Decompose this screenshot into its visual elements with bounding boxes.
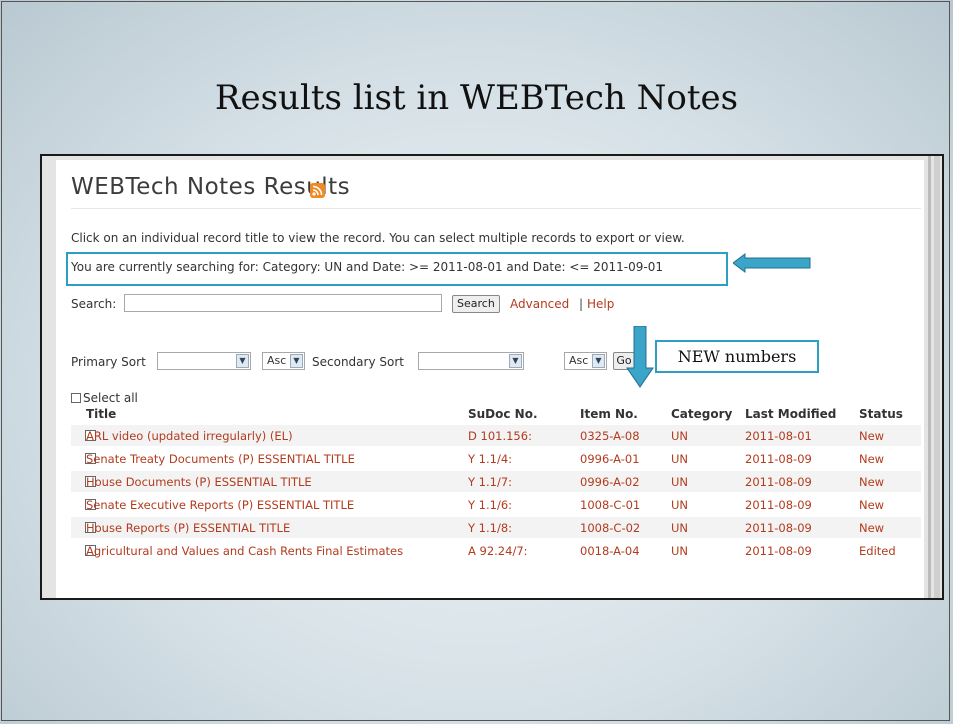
title-divider [71, 208, 921, 209]
row-item-number: 0018-A-04 [580, 544, 640, 558]
table-row[interactable]: Senate Treaty Documents (P) ESSENTIAL TI… [71, 448, 921, 469]
slide-title: Results list in WEBTech Notes [214, 78, 739, 118]
table-row[interactable]: House Documents (P) ESSENTIAL TITLE Y 1.1… [71, 471, 921, 492]
row-status: New [859, 498, 885, 512]
row-sudoc: Y 1.1/6: [468, 498, 513, 512]
row-title-link[interactable]: Senate Executive Reports (P) ESSENTIAL T… [86, 498, 354, 512]
row-category: UN [671, 544, 689, 558]
secondary-order-select[interactable]: Asc ▼ [564, 352, 607, 370]
select-all[interactable]: Select all [71, 391, 138, 405]
page-title: WEBTech Notes Results [71, 174, 351, 200]
row-title-link[interactable]: ARL video (updated irregularly) (EL) [86, 429, 293, 443]
row-title-link[interactable]: Senate Treaty Documents (P) ESSENTIAL TI… [86, 452, 355, 466]
select-all-label: Select all [83, 391, 138, 405]
search-button[interactable]: Search [452, 295, 500, 313]
search-criteria-text: You are currently searching for: Categor… [71, 260, 664, 274]
row-sudoc: Y 1.1/8: [468, 521, 513, 535]
new-numbers-callout: NEW numbers [655, 340, 819, 373]
row-category: UN [671, 429, 689, 443]
search-input[interactable] [124, 294, 442, 312]
instruction-text: Click on an individual record title to v… [71, 231, 685, 245]
row-item-number: 0996-A-02 [580, 475, 640, 489]
primary-order-select[interactable]: Asc ▼ [262, 352, 305, 370]
primary-sort-label: Primary Sort [71, 355, 146, 369]
row-last-modified: 2011-08-09 [745, 521, 812, 535]
row-title-link[interactable]: Agricultural and Values and Cash Rents F… [86, 544, 403, 558]
screenshot-panel: WEBTech Notes Results Click on an indivi… [40, 154, 944, 600]
primary-sort-select[interactable]: ▼ [157, 352, 251, 370]
row-sudoc: Y 1.1/7: [468, 475, 513, 489]
secondary-sort-select[interactable]: ▼ [418, 352, 524, 370]
link-separator: | [579, 297, 584, 311]
col-status[interactable]: Status [859, 407, 903, 421]
row-category: UN [671, 452, 689, 466]
scrollbar[interactable] [934, 156, 940, 598]
select-all-checkbox[interactable] [71, 393, 81, 403]
row-title-link[interactable]: House Reports (P) ESSENTIAL TITLE [86, 521, 290, 535]
row-status: New [859, 429, 885, 443]
row-status: Edited [859, 544, 896, 558]
table-row[interactable]: Senate Executive Reports (P) ESSENTIAL T… [71, 494, 921, 515]
secondary-sort-label: Secondary Sort [312, 355, 404, 369]
row-sudoc: A 92.24/7: [468, 544, 528, 558]
rss-icon[interactable] [310, 183, 325, 198]
row-category: UN [671, 498, 689, 512]
table-row[interactable]: ARL video (updated irregularly) (EL) D 10… [71, 425, 921, 446]
chevron-down-icon: ▼ [290, 354, 303, 368]
help-link[interactable]: Help [587, 297, 614, 311]
row-item-number: 1008-C-01 [580, 498, 641, 512]
left-arrow-icon [733, 253, 811, 273]
row-status: New [859, 475, 885, 489]
primary-order-value: Asc [267, 354, 287, 367]
advanced-link[interactable]: Advanced [510, 297, 569, 311]
row-status: New [859, 521, 885, 535]
row-title-link[interactable]: House Documents (P) ESSENTIAL TITLE [86, 475, 312, 489]
col-last-modified[interactable]: Last Modified [745, 407, 836, 421]
down-arrow-icon [626, 326, 654, 388]
chevron-down-icon: ▼ [592, 354, 605, 368]
col-item[interactable]: Item No. [580, 407, 638, 421]
row-sudoc: Y 1.1/4: [468, 452, 513, 466]
row-item-number: 1008-C-02 [580, 521, 641, 535]
col-category[interactable]: Category [671, 407, 732, 421]
col-sudoc[interactable]: SuDoc No. [468, 407, 538, 421]
window-edge [928, 156, 931, 598]
row-item-number: 0325-A-08 [580, 429, 640, 443]
chevron-down-icon: ▼ [236, 354, 249, 368]
row-sudoc: D 101.156: [468, 429, 532, 443]
col-title[interactable]: Title [86, 407, 116, 421]
row-last-modified: 2011-08-09 [745, 452, 812, 466]
row-status: New [859, 452, 885, 466]
search-label: Search: [71, 297, 117, 311]
table-row[interactable]: House Reports (P) ESSENTIAL TITLE Y 1.1/8… [71, 517, 921, 538]
chevron-down-icon: ▼ [509, 354, 522, 368]
results-page: WEBTech Notes Results Click on an indivi… [56, 160, 924, 598]
row-last-modified: 2011-08-09 [745, 544, 812, 558]
secondary-order-value: Asc [569, 354, 589, 367]
row-last-modified: 2011-08-01 [745, 429, 812, 443]
row-item-number: 0996-A-01 [580, 452, 640, 466]
table-row[interactable]: Agricultural and Values and Cash Rents F… [71, 540, 921, 561]
row-last-modified: 2011-08-09 [745, 498, 812, 512]
row-last-modified: 2011-08-09 [745, 475, 812, 489]
row-category: UN [671, 521, 689, 535]
row-category: UN [671, 475, 689, 489]
